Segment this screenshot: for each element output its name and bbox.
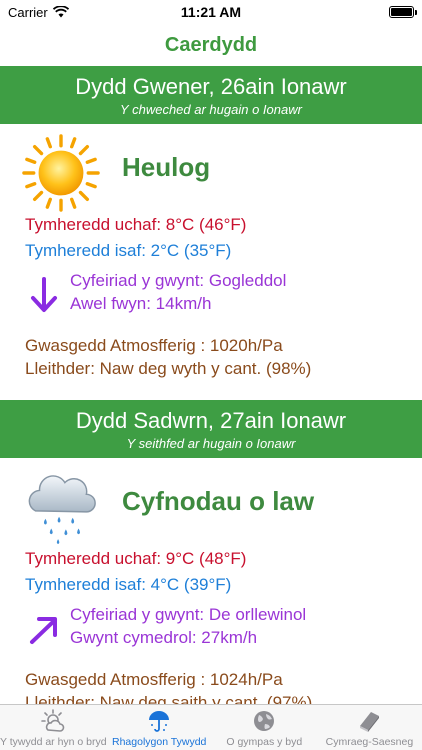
wifi-icon xyxy=(52,6,69,18)
tab-dictionary[interactable]: Cymraeg-Saesneg xyxy=(317,705,422,750)
humidity: Lleithder: Naw deg wyth y cant. (98%) xyxy=(25,359,312,378)
carrier-label: Carrier xyxy=(8,4,48,20)
tab-forecast[interactable]: Rhagolygon Tywydd xyxy=(107,705,212,750)
rain-cloud-icon xyxy=(28,475,96,545)
tab-label: O gympas y byd xyxy=(226,736,303,748)
temp-low: Tymheredd isaf: 4°C (39°F) xyxy=(25,575,232,594)
tab-label: Y tywydd ar hyn o bryd xyxy=(0,736,107,748)
forecast-list[interactable]: Dydd Gwener, 26ain Ionawr Y chweched ar … xyxy=(0,66,422,704)
globe-icon xyxy=(254,711,275,731)
day-forecast: Heulog Tymheredd uchaf: 8°C (46°F) Tymhe… xyxy=(0,124,422,400)
temp-low: Tymheredd isaf: 2°C (35°F) xyxy=(25,241,232,260)
tab-world[interactable]: O gympas y byd xyxy=(212,705,317,750)
day-forecast: Cyfnodau o law Tymheredd uchaf: 9°C (48°… xyxy=(0,458,422,704)
weather-condition: Cyfnodau o law xyxy=(122,486,315,516)
umbrella-icon xyxy=(149,711,170,732)
wind-speed: Awel fwyn: 14km/h xyxy=(70,294,212,313)
day-title: Dydd Gwener, 26ain Ionawr xyxy=(75,74,347,99)
status-bar: Carrier 11:21 AM xyxy=(0,0,422,24)
temp-high: Tymheredd uchaf: 8°C (46°F) xyxy=(25,215,247,234)
pressure: Gwasgedd Atmosfferig : 1020h/Pa xyxy=(25,336,283,355)
sun-icon xyxy=(22,134,100,212)
weather-now-icon xyxy=(41,709,65,732)
wind-speed: Gwynt cymedrol: 27km/h xyxy=(70,628,258,647)
page-title: Caerdydd xyxy=(164,33,258,56)
temp-high: Tymheredd uchaf: 9°C (48°F) xyxy=(25,549,247,568)
weather-condition: Heulog xyxy=(122,152,211,182)
day-header: Dydd Sadwrn, 27ain Ionawr Y seithfed ar … xyxy=(0,400,422,458)
tab-current-weather[interactable]: Y tywydd ar hyn o bryd xyxy=(0,705,107,750)
arrow-down-icon xyxy=(31,277,57,312)
tab-label: Cymraeg-Saesneg xyxy=(325,736,414,748)
pressure: Gwasgedd Atmosfferig : 1024h/Pa xyxy=(25,670,283,689)
day-header: Dydd Gwener, 26ain Ionawr Y chweched ar … xyxy=(0,66,422,124)
day-subtitle: Y seithfed ar hugain o Ionawr xyxy=(126,436,296,451)
wind-direction: Cyfeiriad y gwynt: Gogleddol xyxy=(70,271,287,290)
wind-direction: Cyfeiriad y gwynt: De orllewinol xyxy=(70,605,307,624)
book-icon xyxy=(360,712,380,732)
battery-icon xyxy=(389,6,417,18)
humidity: Lleithder: Naw deg saith y cant. (97%) xyxy=(25,693,313,704)
day-title: Dydd Sadwrn, 27ain Ionawr xyxy=(75,408,347,433)
arrow-up-right-icon xyxy=(30,617,57,644)
day-subtitle: Y chweched ar hugain o Ionawr xyxy=(120,102,302,117)
tab-label: Rhagolygon Tywydd xyxy=(112,736,207,748)
status-left: Carrier xyxy=(8,5,69,20)
tab-bar: Y tywydd ar hyn o bryd Rhagolygon Tywydd… xyxy=(0,704,422,750)
